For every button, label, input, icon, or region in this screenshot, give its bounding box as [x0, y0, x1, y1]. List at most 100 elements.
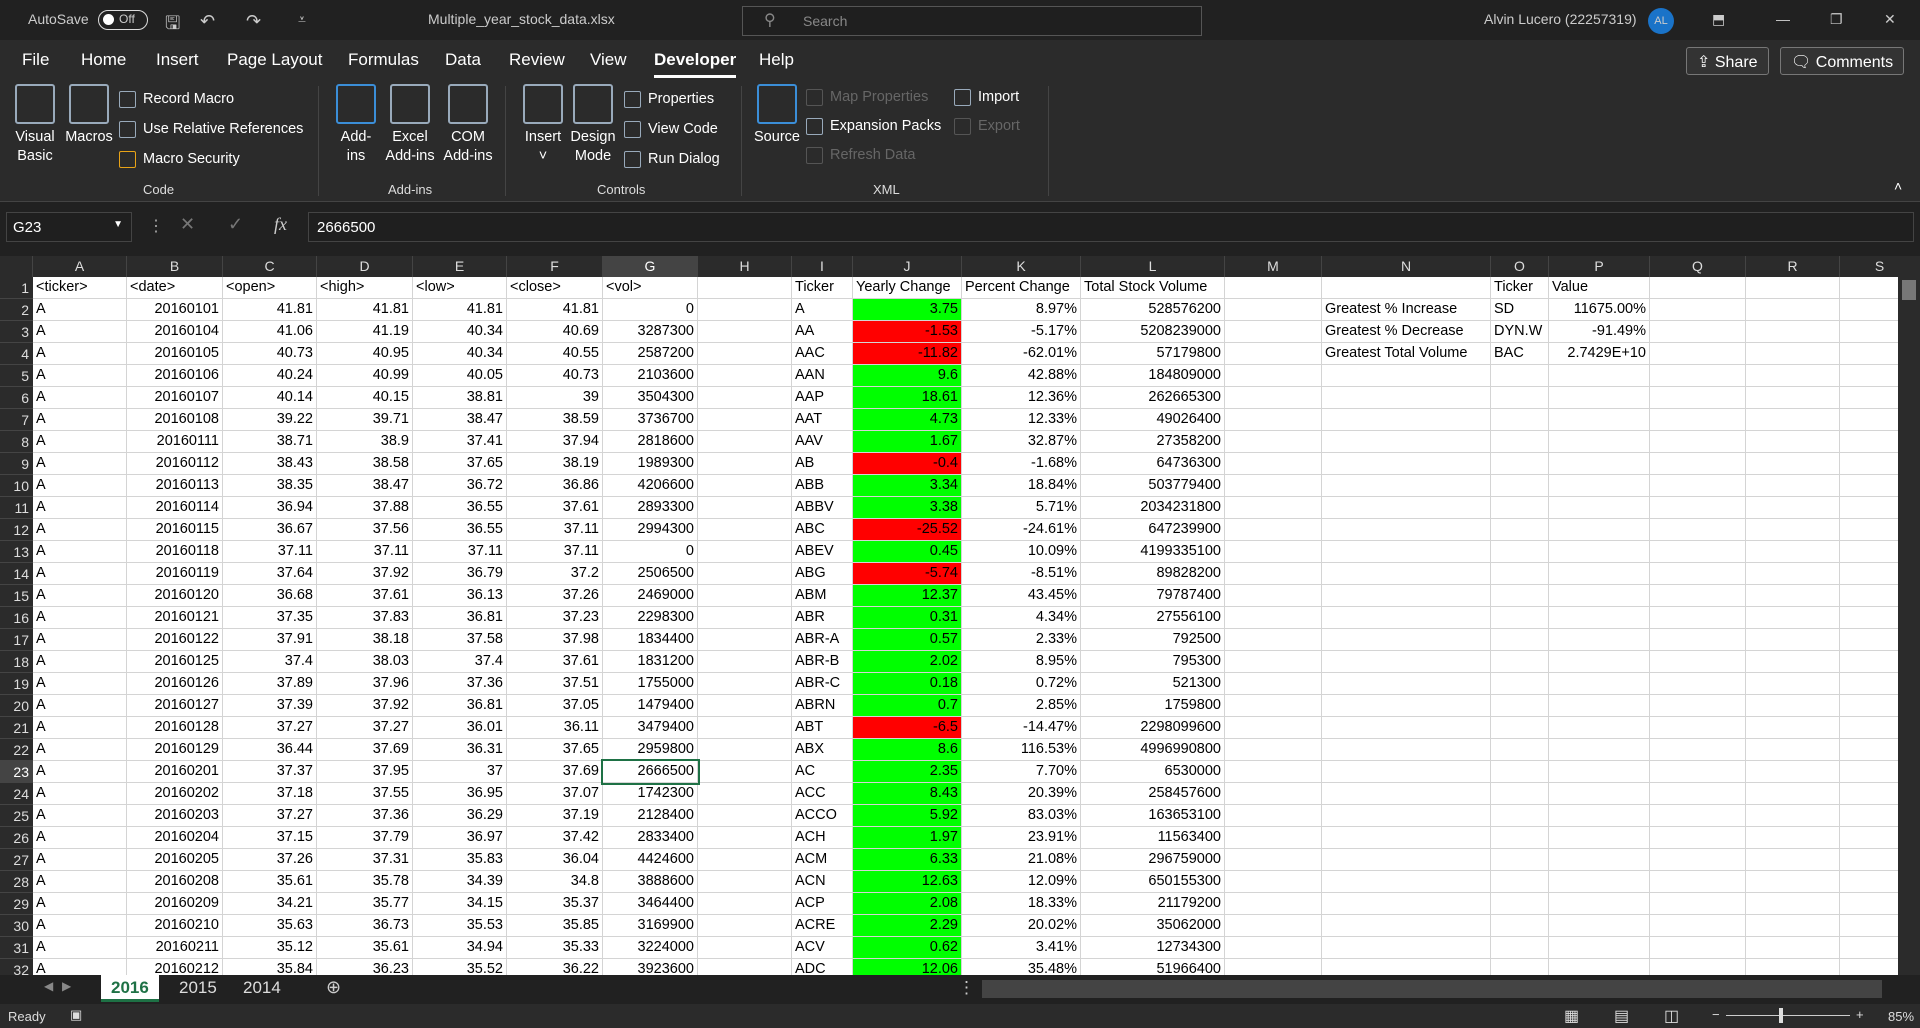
column-header-R[interactable]: R [1746, 256, 1840, 277]
cell-C6[interactable]: 40.14 [223, 387, 317, 409]
cell-I3[interactable]: AA [792, 321, 853, 343]
cell-G4[interactable]: 2587200 [603, 343, 698, 365]
row-header-32[interactable]: 32 [0, 959, 33, 975]
cell-E12[interactable]: 36.55 [413, 519, 507, 541]
insert-function-icon[interactable]: fx [274, 214, 287, 235]
cell-G18[interactable]: 1831200 [603, 651, 698, 673]
cell-R11[interactable] [1746, 497, 1840, 519]
column-header-O[interactable]: O [1491, 256, 1549, 277]
cell-F13[interactable]: 37.11 [507, 541, 603, 563]
cell-K2[interactable]: 8.97% [962, 299, 1081, 321]
cell-C3[interactable]: 41.06 [223, 321, 317, 343]
cell-C22[interactable]: 36.44 [223, 739, 317, 761]
row-header-30[interactable]: 30 [0, 915, 33, 937]
properties-button[interactable]: Properties [624, 88, 714, 110]
cell-M28[interactable] [1225, 871, 1322, 893]
cell-N16[interactable] [1322, 607, 1491, 629]
add-sheet-icon[interactable]: ⊕ [326, 977, 341, 998]
cell-C1[interactable]: <open> [223, 277, 317, 299]
cell-H9[interactable] [698, 453, 792, 475]
add-ins-button[interactable]: Add-ins [334, 84, 378, 166]
cell-M18[interactable] [1225, 651, 1322, 673]
row-header-15[interactable]: 15 [0, 585, 33, 607]
cell-K1[interactable]: Percent Change [962, 277, 1081, 299]
cell-S20[interactable] [1840, 695, 1898, 717]
cell-P16[interactable] [1549, 607, 1650, 629]
accessibility-icon[interactable]: ▣ [70, 1007, 82, 1023]
cell-P14[interactable] [1549, 563, 1650, 585]
cell-G15[interactable]: 2469000 [603, 585, 698, 607]
row-header-12[interactable]: 12 [0, 519, 33, 541]
cell-D23[interactable]: 37.95 [317, 761, 413, 783]
cell-A3[interactable]: A [33, 321, 127, 343]
tab-help[interactable]: Help [759, 50, 794, 70]
cell-O26[interactable] [1491, 827, 1549, 849]
cell-B19[interactable]: 20160126 [127, 673, 223, 695]
close-icon[interactable]: ✕ [1884, 11, 1896, 28]
cell-I26[interactable]: ACH [792, 827, 853, 849]
cell-K29[interactable]: 18.33% [962, 893, 1081, 915]
cell-A11[interactable]: A [33, 497, 127, 519]
cell-Q10[interactable] [1650, 475, 1746, 497]
cell-A30[interactable]: A [33, 915, 127, 937]
cell-N13[interactable] [1322, 541, 1491, 563]
cell-J31[interactable]: 0.62 [853, 937, 962, 959]
cell-H27[interactable] [698, 849, 792, 871]
cell-S23[interactable] [1840, 761, 1898, 783]
cell-F29[interactable]: 35.37 [507, 893, 603, 915]
cell-O12[interactable] [1491, 519, 1549, 541]
cell-F28[interactable]: 34.8 [507, 871, 603, 893]
cell-R7[interactable] [1746, 409, 1840, 431]
cell-B27[interactable]: 20160205 [127, 849, 223, 871]
cell-K32[interactable]: 35.48% [962, 959, 1081, 975]
minimize-icon[interactable]: — [1776, 11, 1790, 27]
cell-N11[interactable] [1322, 497, 1491, 519]
cell-B17[interactable]: 20160122 [127, 629, 223, 651]
cell-N25[interactable] [1322, 805, 1491, 827]
cell-M9[interactable] [1225, 453, 1322, 475]
cell-F10[interactable]: 36.86 [507, 475, 603, 497]
cell-S13[interactable] [1840, 541, 1898, 563]
cell-B6[interactable]: 20160107 [127, 387, 223, 409]
cell-S18[interactable] [1840, 651, 1898, 673]
cell-L24[interactable]: 258457600 [1081, 783, 1225, 805]
cell-Q28[interactable] [1650, 871, 1746, 893]
cell-K5[interactable]: 42.88% [962, 365, 1081, 387]
vertical-scrollbar[interactable] [1898, 256, 1920, 975]
cell-S31[interactable] [1840, 937, 1898, 959]
cell-I19[interactable]: ABR-C [792, 673, 853, 695]
cell-J12[interactable]: -25.52 [853, 519, 962, 541]
cell-E8[interactable]: 37.41 [413, 431, 507, 453]
cell-H2[interactable] [698, 299, 792, 321]
cell-R22[interactable] [1746, 739, 1840, 761]
restore-icon[interactable]: ❐ [1830, 11, 1843, 28]
comments-button[interactable]: 🗨 Comments [1780, 47, 1905, 75]
cell-I10[interactable]: ABB [792, 475, 853, 497]
cell-G11[interactable]: 2893300 [603, 497, 698, 519]
cell-D32[interactable]: 36.23 [317, 959, 413, 975]
cell-H20[interactable] [698, 695, 792, 717]
cell-K6[interactable]: 12.36% [962, 387, 1081, 409]
cell-L5[interactable]: 184809000 [1081, 365, 1225, 387]
cell-R27[interactable] [1746, 849, 1840, 871]
cell-S16[interactable] [1840, 607, 1898, 629]
cell-G13[interactable]: 0 [603, 541, 698, 563]
cell-B10[interactable]: 20160113 [127, 475, 223, 497]
cell-S30[interactable] [1840, 915, 1898, 937]
cell-Q22[interactable] [1650, 739, 1746, 761]
cell-E14[interactable]: 36.79 [413, 563, 507, 585]
cell-H24[interactable] [698, 783, 792, 805]
cell-M10[interactable] [1225, 475, 1322, 497]
cell-F24[interactable]: 37.07 [507, 783, 603, 805]
cell-C2[interactable]: 41.81 [223, 299, 317, 321]
zoom-slider-thumb[interactable] [1778, 1008, 1783, 1023]
cell-F7[interactable]: 38.59 [507, 409, 603, 431]
cell-E5[interactable]: 40.05 [413, 365, 507, 387]
cell-K15[interactable]: 43.45% [962, 585, 1081, 607]
cell-I2[interactable]: A [792, 299, 853, 321]
row-header-28[interactable]: 28 [0, 871, 33, 893]
cell-O30[interactable] [1491, 915, 1549, 937]
cell-Q2[interactable] [1650, 299, 1746, 321]
cell-M27[interactable] [1225, 849, 1322, 871]
cell-G23[interactable]: 2666500 [601, 759, 700, 785]
